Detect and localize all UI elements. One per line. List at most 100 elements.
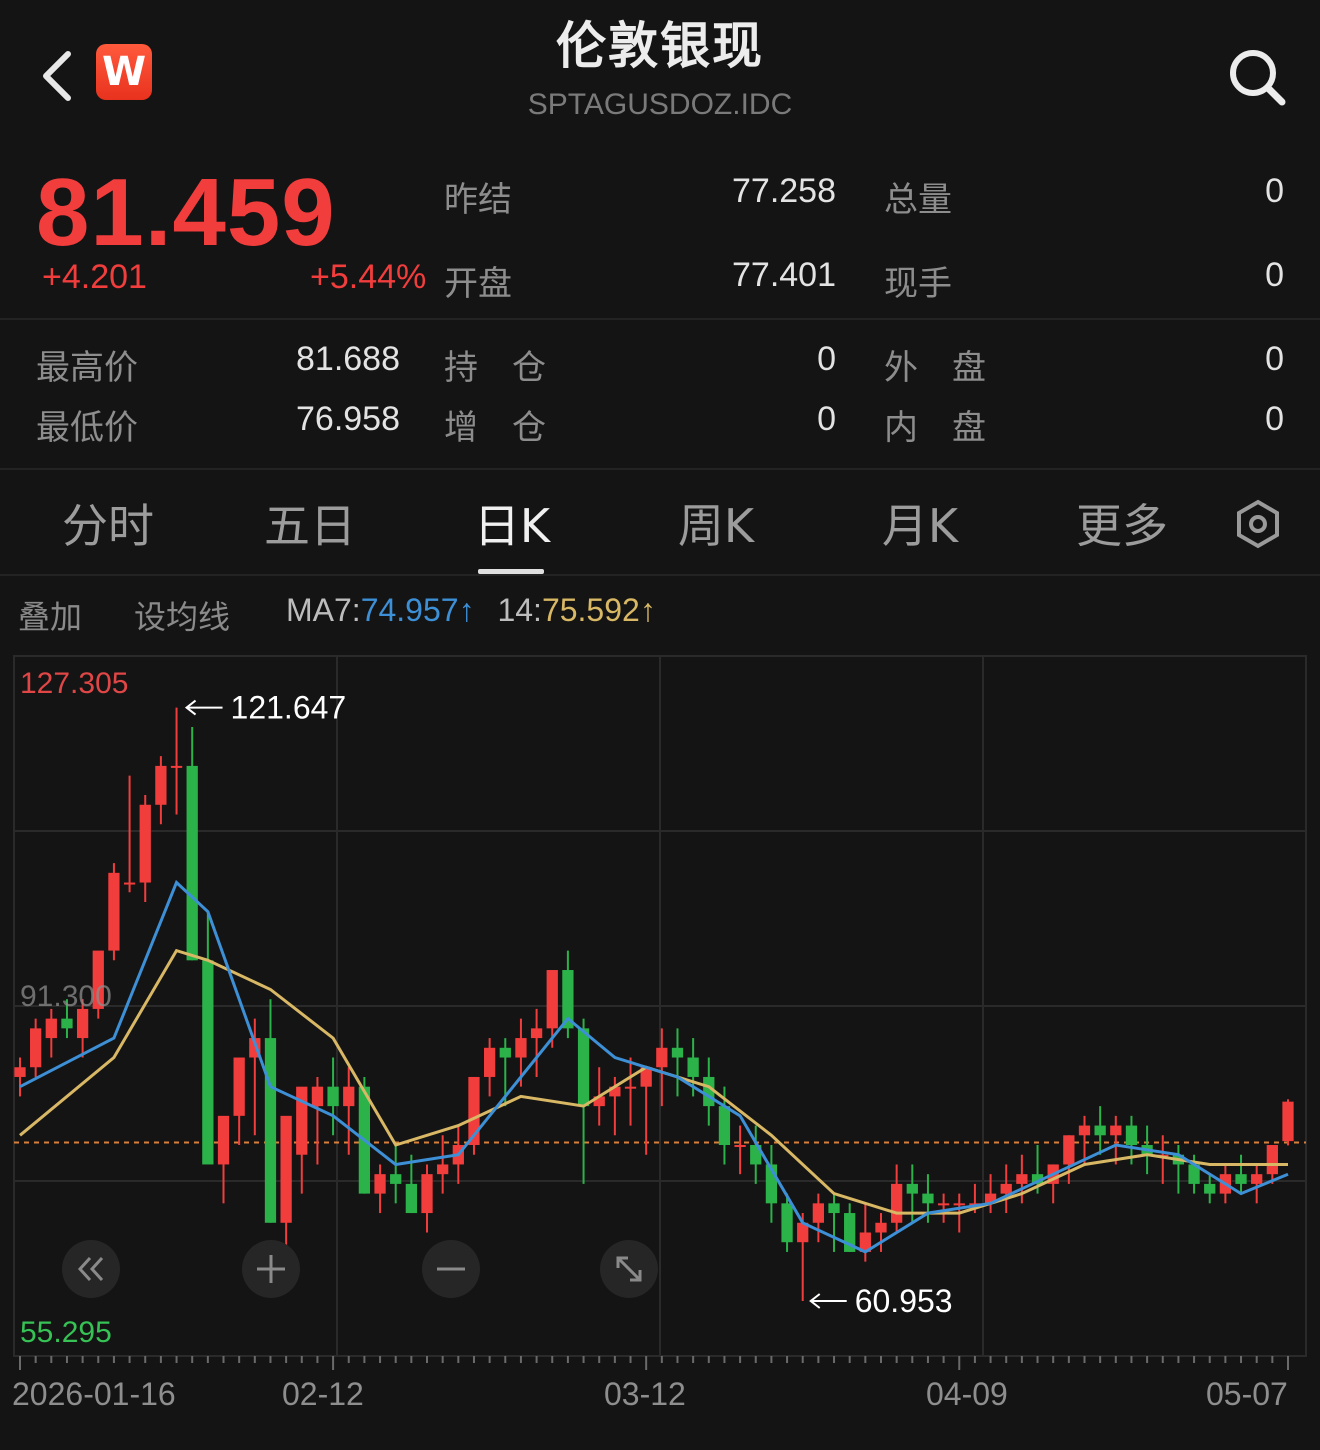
tab-monthly-k[interactable]: 月K <box>820 490 1020 556</box>
stat-value-oi-change: 0 <box>817 400 836 438</box>
ma7-up-arrow-icon: ↑ <box>458 592 475 628</box>
y-axis-min-label: 55.295 <box>20 1316 112 1349</box>
ma-legend: MA7:74.957↑ 14:75.592↑ <box>286 592 656 629</box>
candle-body <box>530 1028 543 1039</box>
candle-body <box>1078 1125 1091 1136</box>
candle-body <box>875 1222 887 1233</box>
candle-body <box>264 1038 277 1223</box>
x-tick-label: 02-12 <box>282 1376 364 1412</box>
candle-body <box>437 1164 449 1175</box>
candle-body <box>828 1203 840 1214</box>
low-annotation-value: 60.953 <box>855 1283 953 1319</box>
stat-value-open-interest: 0 <box>817 340 836 378</box>
stat-label-inner: 内 盘 <box>884 408 986 448</box>
search-button[interactable] <box>1222 42 1292 112</box>
candle-body <box>296 1086 308 1155</box>
candle-body <box>812 1203 825 1223</box>
candle-body <box>1000 1183 1012 1194</box>
overlay-button[interactable]: 叠加 <box>18 592 82 638</box>
stat-label-outer: 外 盘 <box>884 348 986 388</box>
stat-value-high: 81.688 <box>296 340 400 378</box>
fullscreen-icon <box>616 1256 642 1282</box>
stat-value-prev-settle: 77.258 <box>732 172 836 210</box>
candle-body <box>186 765 198 961</box>
last-price: 81.459 <box>36 159 336 266</box>
candle-body <box>1110 1125 1122 1136</box>
settings-icon <box>1237 499 1279 549</box>
back-chevron-icon <box>43 51 71 101</box>
candle-body <box>421 1174 433 1214</box>
candle-body <box>671 1047 684 1058</box>
stat-label-prev-settle: 昨结 <box>444 180 512 220</box>
stat-value-inner: 0 <box>1265 400 1284 438</box>
candle-body <box>1063 1135 1075 1165</box>
ma14-up-arrow-icon: ↑ <box>639 592 656 628</box>
candle-body <box>327 1086 339 1107</box>
candle-body <box>170 765 183 768</box>
stat-value-volume: 0 <box>1265 172 1284 210</box>
candle-body <box>656 1047 668 1068</box>
fullscreen-button[interactable] <box>600 1240 658 1298</box>
y-axis-mid-label: 91.300 <box>20 980 112 1013</box>
page-title: 伦敦银现 <box>556 17 764 75</box>
candle-body <box>1204 1183 1216 1194</box>
rewind-icon <box>77 1256 104 1282</box>
stat-label-volume: 总量 <box>884 180 952 220</box>
candle-body <box>217 1115 230 1165</box>
candle-body <box>202 960 214 1165</box>
x-axis-ticks <box>19 1356 1289 1370</box>
candle-body <box>311 1086 324 1107</box>
candle-body <box>405 1183 417 1214</box>
tab-weekly-k[interactable]: 周K <box>616 490 816 556</box>
ma7-label: MA7 <box>286 592 352 628</box>
zoom-out-icon <box>437 1267 465 1271</box>
candle-body <box>61 1018 73 1029</box>
candle-body <box>1094 1125 1106 1136</box>
candlestick-chart[interactable]: 127.305 91.300 55.295 121.647 60.953 <box>0 640 1320 1370</box>
tab-more[interactable]: 更多 <box>1022 490 1222 556</box>
candle-body <box>906 1183 918 1194</box>
high-annotation-value: 121.647 <box>231 690 347 726</box>
stat-value-open: 77.401 <box>732 256 836 294</box>
zoom-out-button[interactable] <box>422 1240 480 1298</box>
low-annotation: 60.953 <box>809 1283 953 1319</box>
candle-body <box>515 1038 527 1058</box>
back-button[interactable] <box>30 40 90 110</box>
candle-body <box>1235 1174 1247 1184</box>
candle-body <box>1016 1174 1028 1184</box>
price-change: +4.201 <box>42 258 147 296</box>
search-icon <box>1230 50 1286 106</box>
set-ma-button[interactable]: 设均线 <box>134 592 230 638</box>
x-tick-label: 03-12 <box>604 1376 686 1412</box>
ma14-colon: : <box>533 592 542 628</box>
candle-body <box>123 882 136 885</box>
tab-intraday[interactable]: 分时 <box>8 490 208 556</box>
candle-body <box>139 804 151 883</box>
candle-body <box>953 1203 965 1206</box>
tab-five-day[interactable]: 五日 <box>210 490 410 556</box>
zoom-in-button[interactable] <box>242 1240 300 1298</box>
candle-body <box>483 1047 496 1077</box>
stat-value-current-hand: 0 <box>1265 256 1284 294</box>
candle-body <box>14 1067 26 1077</box>
tab-daily-k[interactable]: 日K <box>412 490 612 556</box>
ma14-label: 14 <box>497 592 534 628</box>
stat-label-open: 开盘 <box>444 264 512 304</box>
candle-body <box>546 970 558 1029</box>
ma7-colon: : <box>351 592 361 628</box>
chart-settings-button[interactable] <box>1230 496 1286 552</box>
divider <box>0 318 1320 320</box>
stat-value-low: 76.958 <box>296 400 400 438</box>
candle-body <box>922 1193 934 1204</box>
candle-body <box>499 1047 511 1058</box>
candle-body <box>1266 1145 1278 1175</box>
candle-body <box>233 1057 245 1116</box>
candle-body <box>108 872 120 951</box>
candle-body <box>687 1057 699 1077</box>
candle-body <box>343 1086 355 1107</box>
stat-label-open-interest: 持 仓 <box>444 348 546 388</box>
stat-label-high: 最高价 <box>36 348 138 388</box>
candle-body <box>624 1086 637 1089</box>
rewind-button[interactable] <box>62 1240 120 1298</box>
candle-body <box>390 1174 402 1184</box>
